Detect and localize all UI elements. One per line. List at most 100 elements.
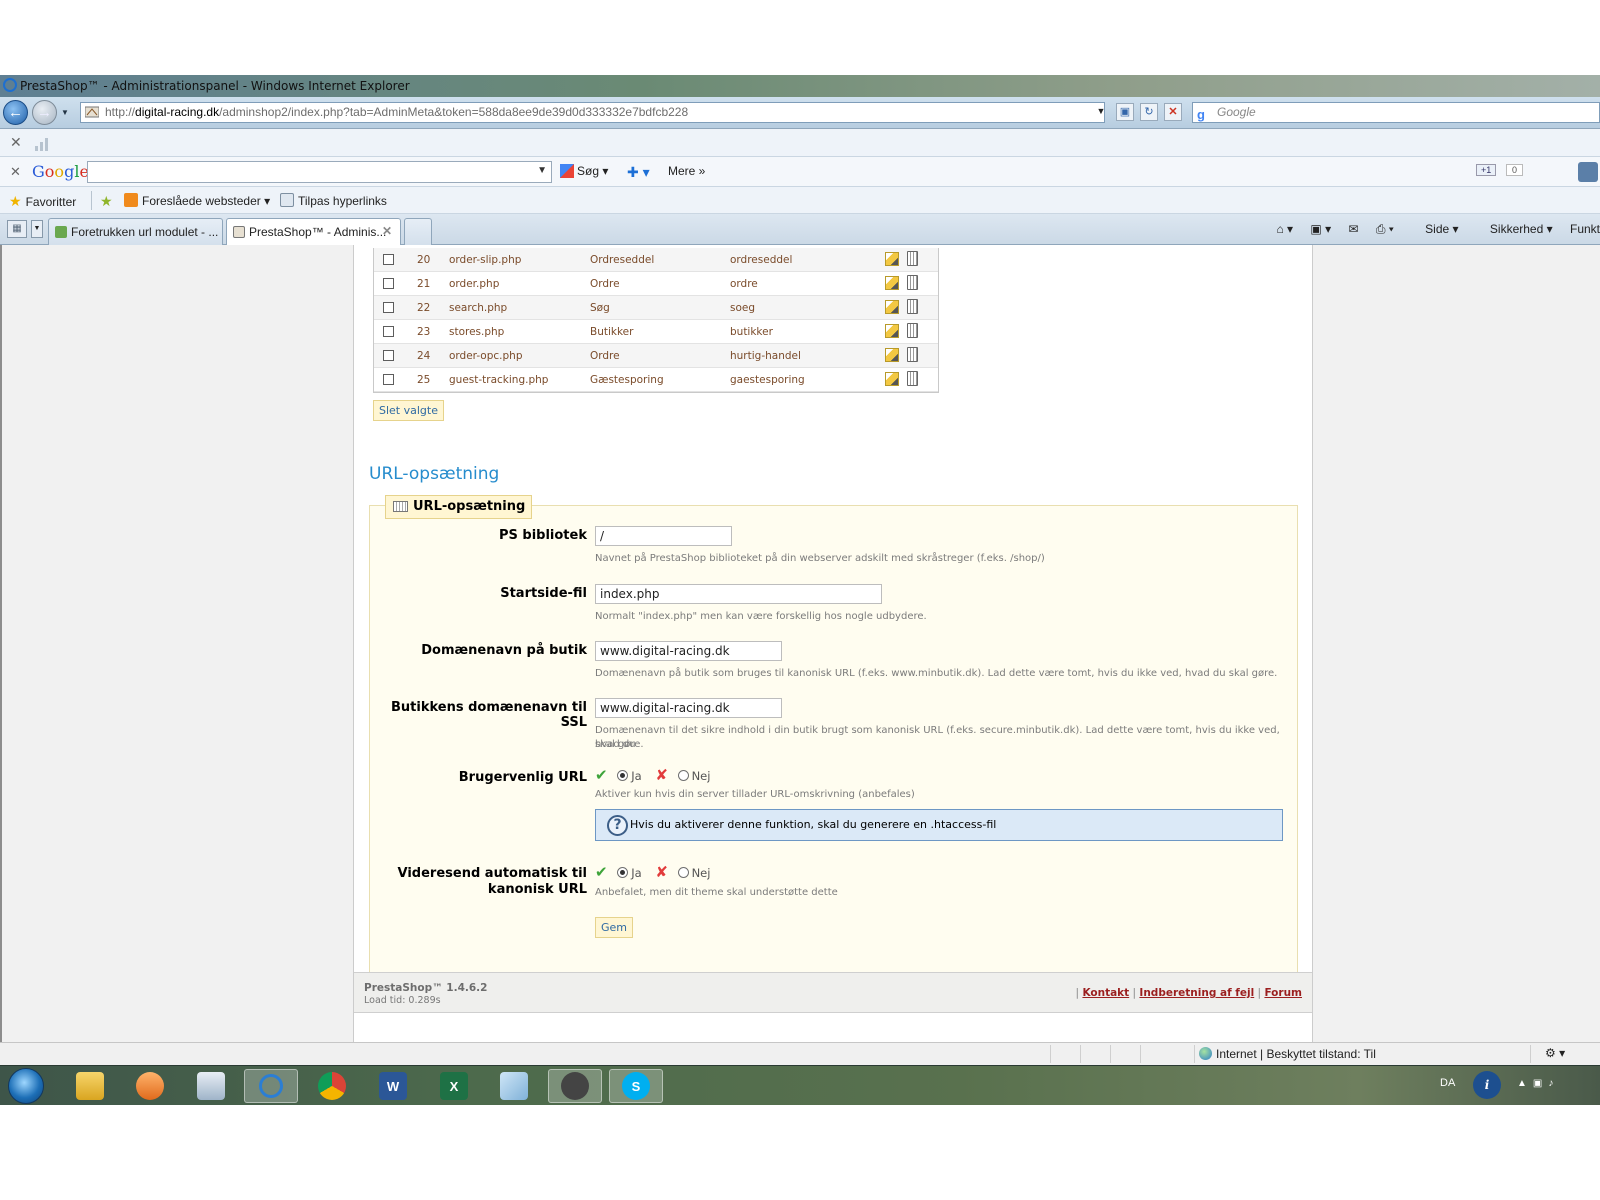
media-player-taskbar-icon[interactable]: [123, 1069, 177, 1103]
stop-icon[interactable]: ✕: [1164, 103, 1182, 121]
edit-icon[interactable]: [885, 276, 899, 290]
ie-logo-icon: [3, 78, 17, 92]
google-toolbar-search-input[interactable]: ▼: [87, 161, 552, 183]
close-toolbar-icon[interactable]: ✕: [10, 164, 21, 180]
camera-taskbar-icon[interactable]: [548, 1069, 602, 1103]
internet-explorer-taskbar-icon[interactable]: [244, 1069, 298, 1103]
chrome-taskbar-icon[interactable]: [305, 1069, 359, 1103]
browser-viewport: 20 order-slip.php Ordreseddel ordresedde…: [0, 245, 1600, 1042]
edit-icon[interactable]: [885, 300, 899, 314]
edit-icon[interactable]: [885, 372, 899, 386]
edit-icon[interactable]: [885, 324, 899, 338]
word-taskbar-icon[interactable]: W: [366, 1069, 420, 1103]
forum-link[interactable]: Forum: [1264, 987, 1302, 999]
mail-icon[interactable]: ✉: [1348, 222, 1358, 236]
htaccess-link[interactable]: generere en .htaccess-fil: [860, 818, 996, 831]
row-checkbox[interactable]: [383, 326, 394, 337]
friendly-url-hint: Aktiver kun hvis din server tillader URL…: [595, 789, 915, 800]
web-search-field[interactable]: g Google: [1192, 102, 1600, 123]
explorer-taskbar-icon[interactable]: [63, 1069, 117, 1103]
tools-menu[interactable]: Funkt: [1570, 222, 1600, 236]
delete-icon[interactable]: [907, 371, 918, 386]
cross-icon: ✘: [655, 863, 668, 881]
row-page: order.php: [449, 278, 500, 290]
canonical-yes-radio[interactable]: [617, 867, 629, 878]
info-tray-icon[interactable]: i: [1473, 1071, 1501, 1099]
sticky-notes-taskbar-icon[interactable]: [487, 1069, 541, 1103]
contact-link[interactable]: Kontakt: [1082, 987, 1129, 999]
refresh-icon[interactable]: ↻: [1140, 103, 1158, 121]
chevron-down-icon[interactable]: ▼: [537, 165, 547, 176]
save-button[interactable]: Gem: [595, 917, 634, 938]
close-tab-icon[interactable]: ✕: [382, 224, 392, 238]
home-icon[interactable]: ⌂ ▾: [1276, 222, 1293, 236]
documents-taskbar-icon[interactable]: [184, 1069, 238, 1103]
section-title: URL-opsætning: [369, 464, 500, 484]
compat-view-icon[interactable]: ▣: [1116, 103, 1134, 121]
favorites-button[interactable]: ★ Favoritter: [9, 193, 76, 210]
page-menu[interactable]: Side ▾: [1411, 222, 1458, 236]
puzzle-icon[interactable]: ✚ ▾: [627, 164, 650, 181]
print-icon[interactable]: ⎙ ▾: [1376, 222, 1394, 236]
feeds-icon[interactable]: ▣ ▾: [1310, 222, 1331, 236]
row-checkbox[interactable]: [383, 278, 394, 289]
security-menu[interactable]: Sikkerhed ▾: [1476, 222, 1553, 236]
domain-ssl-input[interactable]: www.digital-racing.dk: [595, 698, 782, 718]
delete-selected-button[interactable]: Slet valgte: [373, 400, 444, 421]
bug-report-link[interactable]: Indberetning af fejl: [1139, 987, 1254, 999]
row-id: 21: [417, 278, 431, 290]
delete-icon[interactable]: [907, 251, 918, 266]
load-time: Load tid: 0.289s: [364, 995, 441, 1006]
google-search-button[interactable]: Søg ▾: [560, 164, 608, 178]
row-page: order-opc.php: [449, 350, 523, 362]
skype-taskbar-icon[interactable]: S: [609, 1069, 663, 1103]
domain-input[interactable]: www.digital-racing.dk: [595, 641, 782, 661]
row-checkbox[interactable]: [383, 350, 394, 361]
delete-icon[interactable]: [907, 299, 918, 314]
more-button[interactable]: Mere »: [668, 164, 705, 178]
system-tray-icons[interactable]: ▲▣♪: [1517, 1078, 1559, 1089]
row-checkbox[interactable]: [383, 254, 394, 265]
ps-dir-hint: Navnet på PrestaShop biblioteket på din …: [595, 553, 1045, 564]
canonical-no-radio[interactable]: [677, 867, 689, 878]
ps-dir-input[interactable]: /: [595, 526, 732, 546]
excel-taskbar-icon[interactable]: X: [427, 1069, 481, 1103]
security-zone[interactable]: Internet | Beskyttet tilstand: Til: [1199, 1047, 1376, 1061]
info-text: Hvis du aktiverer denne funktion, skal d…: [630, 818, 857, 831]
back-button[interactable]: ←: [3, 100, 28, 125]
row-checkbox[interactable]: [383, 374, 394, 385]
row-checkbox[interactable]: [383, 302, 394, 313]
quick-tabs-icon[interactable]: ▦: [7, 220, 27, 238]
add-favorite-icon[interactable]: ★: [100, 193, 117, 210]
row-title: Søg: [590, 302, 610, 314]
new-tab-button[interactable]: [404, 218, 432, 245]
tab-list-icon[interactable]: ▼: [31, 220, 43, 238]
suggested-sites-link[interactable]: Foreslåede websteder ▾: [124, 193, 270, 208]
close-icon[interactable]: ✕: [10, 134, 22, 151]
edit-icon[interactable]: [885, 348, 899, 362]
check-icon: ✔: [595, 766, 608, 784]
delete-icon[interactable]: [907, 323, 918, 338]
user-avatar-icon[interactable]: [1578, 162, 1598, 182]
delete-icon[interactable]: [907, 347, 918, 362]
friendly-url-no-radio[interactable]: [677, 770, 689, 781]
language-indicator[interactable]: DA: [1440, 1077, 1455, 1089]
url-dropdown-icon[interactable]: ▼: [1092, 103, 1110, 121]
table-row: 24 order-opc.php Ordre hurtig-handel: [374, 344, 938, 368]
home-file-input[interactable]: index.php: [595, 584, 882, 604]
url-field[interactable]: http://digital-racing.dk/adminshop2/inde…: [80, 102, 1105, 123]
domain-ssl-label: Butikkens domænenavn til SSL: [391, 700, 587, 730]
history-dropdown-icon[interactable]: ▼: [61, 108, 69, 117]
start-button[interactable]: [8, 1068, 44, 1104]
yes-label: Ja: [631, 866, 642, 880]
edit-icon[interactable]: [885, 252, 899, 266]
row-url: ordreseddel: [730, 254, 793, 266]
plus-one-button[interactable]: +1: [1476, 164, 1497, 176]
zoom-icon[interactable]: ⚙ ▾: [1545, 1046, 1565, 1060]
forward-button[interactable]: →: [32, 100, 57, 125]
tab-foretrukken[interactable]: Foretrukken url modulet - ...: [48, 218, 223, 245]
tab-prestashop[interactable]: PrestaShop™ - Adminis... ✕: [226, 218, 401, 245]
friendly-url-yes-radio[interactable]: [617, 770, 629, 781]
custom-links-link[interactable]: Tilpas hyperlinks: [280, 193, 387, 208]
delete-icon[interactable]: [907, 275, 918, 290]
